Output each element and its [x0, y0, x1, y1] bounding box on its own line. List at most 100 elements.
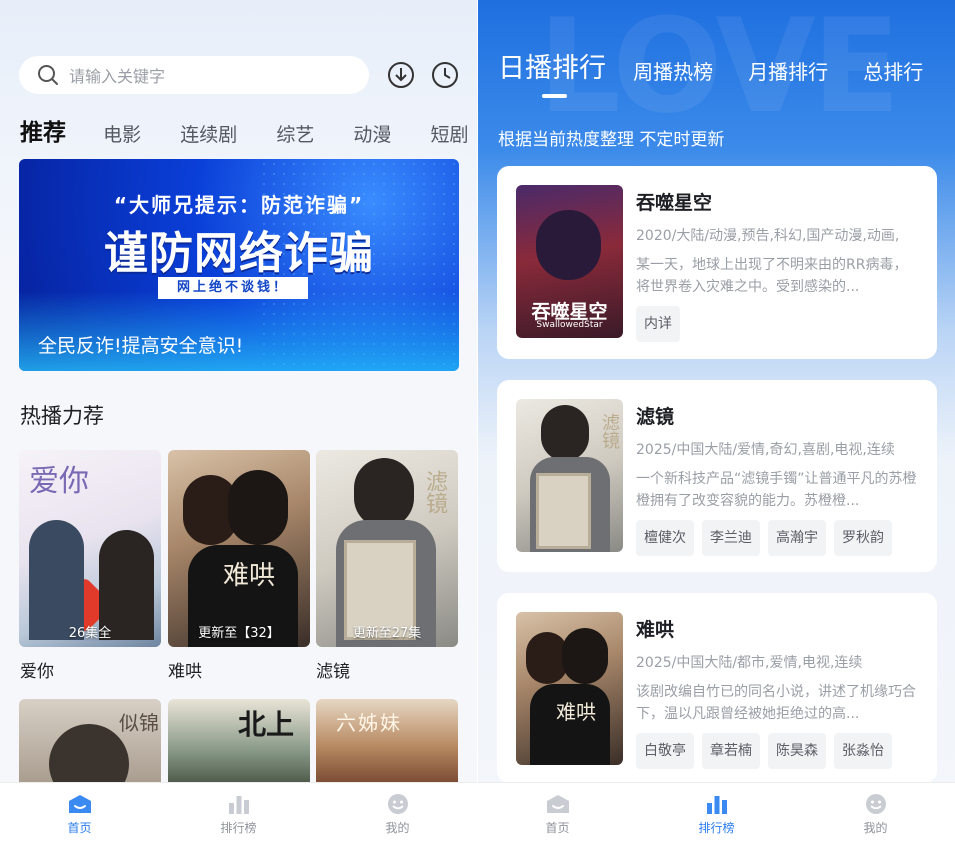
ranking-card[interactable]: 滤镜 滤镜 2025/中国大陆/爱情,奇幻,喜剧,电视,连续 一个新科技产品“滤… — [497, 380, 937, 572]
poster-card[interactable]: 爱你 26集全 — [19, 450, 161, 647]
search-bar[interactable]: 请输入关键字 — [19, 56, 369, 94]
cast-tag[interactable]: 高瀚宇 — [768, 520, 826, 556]
cast-tags: 内详 — [636, 306, 921, 342]
tab-overall[interactable]: 总排行 — [863, 56, 923, 85]
card-meta: 2025/中国大陆/都市,爱情,电视,连续 — [636, 655, 863, 671]
tab-monthly[interactable]: 月播排行 — [748, 56, 828, 85]
cast-tags: 檀健次 李兰迪 高瀚宇 罗秋韵 — [636, 520, 921, 556]
poster-card[interactable]: 滤镜 更新至27集 — [316, 450, 458, 647]
cover-title: 滤镜 — [599, 413, 620, 449]
poster-figure — [354, 458, 414, 528]
download-icon[interactable] — [387, 61, 415, 89]
active-tab-indicator — [542, 94, 567, 98]
cover-figure — [562, 628, 608, 684]
episode-caption: 更新至27集 — [352, 626, 422, 641]
tab-mine-label: 我的 — [385, 821, 410, 835]
card-meta: 2025/中国大陆/爱情,奇幻,喜剧,电视,连续 — [636, 442, 895, 458]
cast-tag[interactable]: 罗秋韵 — [834, 520, 892, 556]
tab-weekly[interactable]: 周播热榜 — [633, 56, 713, 85]
poster-art-title: 滤镜 — [422, 470, 447, 514]
home-screen: 请输入关键字 推荐 电影 连续剧 综艺 动漫 短剧 “大师兄提示：防范诈骗” 谨… — [0, 0, 477, 850]
home-icon — [68, 795, 91, 813]
card-description: 一个新科技产品“滤镜手镯”让普通平凡的苏橙橙拥有了改变容貌的能力。苏橙橙... — [636, 471, 917, 509]
tab-mine[interactable]: 我的 — [318, 783, 477, 850]
poster-art-title: 难哄 — [223, 561, 276, 591]
cast-tag[interactable]: 陈昊森 — [768, 733, 826, 769]
poster-art-title: 六姊妹 — [336, 711, 402, 735]
banner-heading: “大师兄提示：防范诈骗” — [113, 193, 365, 217]
smile-icon — [387, 794, 408, 814]
card-description: 该剧改编自竹已的同名小说，讲述了机缘巧合下，温以凡跟曾经被她拒绝过的高... — [636, 684, 916, 722]
tab-home[interactable]: 首页 — [0, 783, 159, 850]
tab-ranking-label: 排行榜 — [698, 821, 735, 835]
card-description: 某一天，地球上出现了不明来由的RR病毒，将世界卷入灾难之中。受到感染的... — [636, 257, 908, 295]
poster-card[interactable]: 北上 — [168, 699, 310, 784]
poster-art-title: 似锦 — [119, 711, 159, 735]
card-info: 吞噬星空 2020/大陆/动漫,预告,科幻,国产动漫,动画, 某一天，地球上出现… — [636, 188, 921, 342]
poster-figure — [228, 470, 288, 545]
cover-subtitle: SwallowedStar — [536, 320, 603, 330]
tab-home-label: 首页 — [67, 821, 92, 835]
tab-series[interactable]: 连续剧 — [180, 120, 237, 147]
tab-ranking[interactable]: 排行榜 — [159, 783, 318, 850]
cover-figure — [541, 405, 589, 461]
cover-image: 吞噬星空 SwallowedStar — [516, 185, 623, 338]
poster-card[interactable]: 难哄 更新至【32】 — [168, 450, 310, 647]
episode-caption: 26集全 — [68, 626, 112, 641]
poster-card[interactable]: 六姊妹 — [316, 699, 458, 784]
episode-caption: 更新至【32】 — [198, 626, 280, 641]
poster-title[interactable]: 滤镜 — [316, 657, 350, 682]
tab-recommend[interactable]: 推荐 — [20, 113, 66, 147]
tab-mine-label: 我的 — [863, 821, 888, 835]
tab-variety[interactable]: 综艺 — [276, 120, 314, 147]
bottom-tab-bar: 首页 排行榜 我的 — [0, 782, 477, 850]
tab-home[interactable]: 首页 — [478, 783, 637, 850]
cast-tags: 白敬亭 章若楠 陈昊森 张淼怡 — [636, 733, 921, 769]
home-icon — [546, 795, 569, 813]
poster-title[interactable]: 难哄 — [168, 657, 202, 682]
ranking-subtitle: 根据当前热度整理 不定时更新 — [498, 130, 725, 150]
cast-tag[interactable]: 白敬亭 — [636, 733, 694, 769]
banner-title: 谨防网络诈骗 — [104, 228, 374, 279]
card-title: 难哄 — [636, 619, 675, 641]
tab-home-label: 首页 — [545, 821, 570, 835]
card-title: 吞噬星空 — [636, 192, 713, 214]
tab-short-drama[interactable]: 短剧 — [431, 120, 469, 147]
banner-slogan: 全民反诈!提高安全意识! — [38, 335, 244, 357]
poster-figure — [49, 724, 129, 784]
search-placeholder: 请输入关键字 — [69, 67, 166, 86]
ranking-screen: LOVE 日播排行 周播热榜 月播排行 总排行 根据当前热度整理 不定时更新 吞… — [478, 0, 955, 850]
tab-ranking[interactable]: 排行榜 — [637, 783, 796, 850]
ranking-tabs: 日播排行 周播热榜 月播排行 总排行 — [498, 46, 953, 85]
history-icon[interactable] — [431, 61, 459, 89]
poster-card[interactable]: 似锦 — [19, 699, 161, 784]
card-info: 难哄 2025/中国大陆/都市,爱情,电视,连续 该剧改编自竹已的同名小说，讲述… — [636, 615, 921, 769]
category-tabs: 推荐 电影 连续剧 综艺 动漫 短剧 — [20, 113, 477, 149]
tab-movies[interactable]: 电影 — [103, 120, 141, 147]
tab-daily[interactable]: 日播排行 — [498, 46, 606, 85]
cover-figure — [536, 210, 601, 280]
cover-image: 滤镜 — [516, 399, 623, 552]
ranking-card[interactable]: 吞噬星空 SwallowedStar 吞噬星空 2020/大陆/动漫,预告,科幻… — [497, 166, 937, 359]
card-meta: 2020/大陆/动漫,预告,科幻,国产动漫,动画, — [636, 228, 900, 244]
ranking-card[interactable]: 难哄 难哄 2025/中国大陆/都市,爱情,电视,连续 该剧改编自竹已的同名小说… — [497, 593, 937, 783]
cast-tag[interactable]: 章若楠 — [702, 733, 760, 769]
banner-tagline: 网上绝不谈钱！ — [158, 277, 308, 299]
poster-title[interactable]: 爱你 — [20, 657, 54, 682]
card-title: 滤镜 — [636, 406, 675, 428]
card-info: 滤镜 2025/中国大陆/爱情,奇幻,喜剧,电视,连续 一个新科技产品“滤镜手镯… — [636, 402, 921, 556]
cover-title: 难哄 — [556, 700, 596, 724]
cast-tag[interactable]: 李兰迪 — [702, 520, 760, 556]
bottom-tab-bar: 首页 排行榜 我的 — [478, 782, 955, 850]
poster-art-title: 爱你 — [29, 464, 89, 499]
cast-tag[interactable]: 张淼怡 — [834, 733, 892, 769]
ranking-icon — [228, 796, 249, 814]
tab-mine[interactable]: 我的 — [796, 783, 955, 850]
tab-anime[interactable]: 动漫 — [353, 120, 391, 147]
ranking-icon — [706, 796, 727, 814]
anti-fraud-banner[interactable]: “大师兄提示：防范诈骗” 谨防网络诈骗 网上绝不谈钱！ 全民反诈!提高安全意识! — [19, 159, 459, 371]
cast-tag[interactable]: 檀健次 — [636, 520, 694, 556]
cast-tag[interactable]: 内详 — [636, 306, 680, 342]
cover-frame — [536, 473, 591, 549]
smile-icon — [865, 794, 886, 814]
